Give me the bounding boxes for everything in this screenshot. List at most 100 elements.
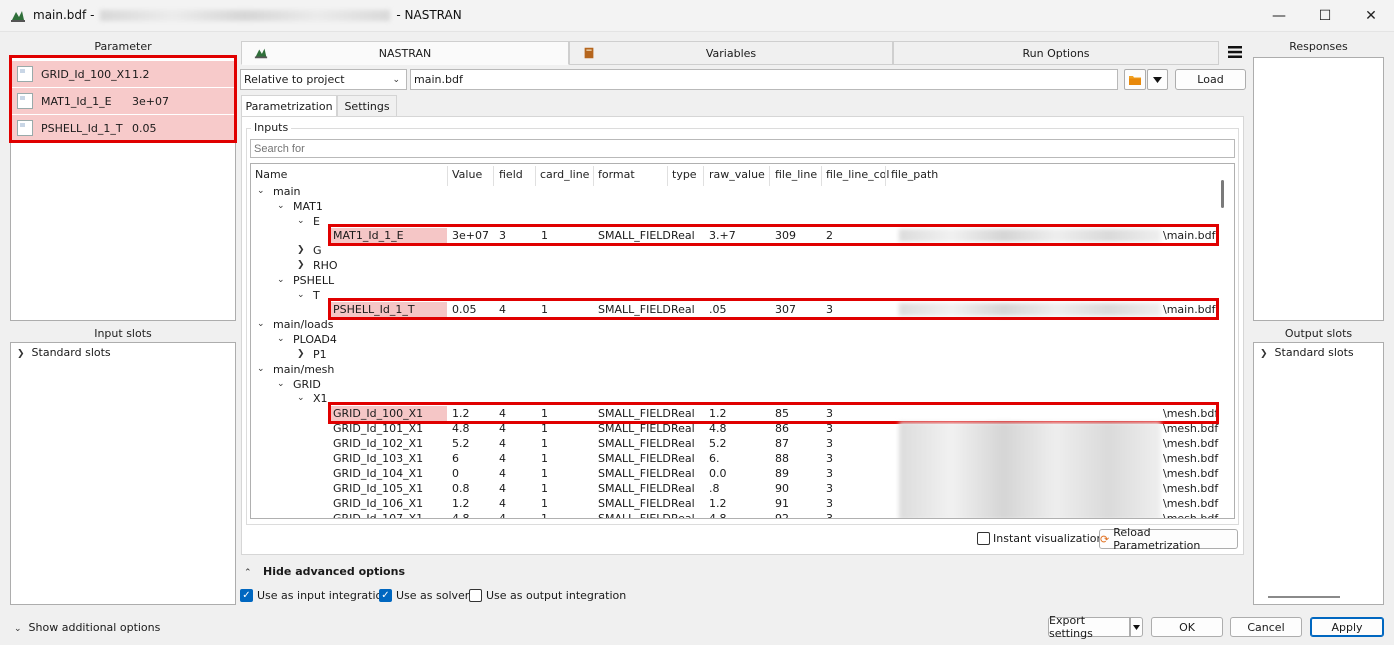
table-row[interactable]: GRID_Id_106_X1 1.2 4 1 SMALL_FIELD Real …	[251, 496, 1234, 511]
cell-format: SMALL_FIELD	[598, 467, 671, 480]
cell-value[interactable]: 4.8	[452, 511, 470, 518]
tree-item-standard-slots[interactable]: ❯ Standard slots	[1260, 346, 1354, 359]
chevron-down-icon: ⌄	[297, 290, 305, 300]
tree-node-main[interactable]: ⌄ main	[251, 184, 1234, 199]
tab-variables[interactable]: Variables	[569, 41, 893, 65]
tree-node-pshell[interactable]: ⌄ PSHELL	[251, 273, 1234, 288]
inputs-tree-table[interactable]: ⌃ Name Value field card_line format type…	[250, 163, 1235, 519]
tree-node-mat1[interactable]: ⌄ MAT1	[251, 199, 1234, 214]
tab-nastran[interactable]: NASTRAN	[241, 41, 569, 65]
column-header-card-line[interactable]: card_line	[540, 168, 589, 181]
column-header-field[interactable]: field	[499, 168, 523, 181]
cell-value[interactable]: 6	[452, 451, 459, 466]
cell-type: Real	[671, 482, 695, 495]
column-header-value[interactable]: Value	[452, 168, 482, 181]
column-separator	[493, 166, 494, 186]
cell-value[interactable]: 4.8	[452, 421, 470, 436]
output-slots-tree[interactable]: ❯ Standard slots	[1253, 342, 1384, 605]
tree-node-rho[interactable]: ❯ RHO	[251, 258, 1234, 273]
export-settings-button[interactable]: Export settings	[1048, 614, 1130, 640]
chevron-down-icon: ⌄	[257, 319, 265, 329]
maximize-button[interactable]: ☐	[1302, 0, 1348, 32]
use-solver-checkbox[interactable]: ✓	[379, 589, 392, 602]
column-header-file-path[interactable]: file_path	[891, 168, 938, 181]
show-additional-options[interactable]: ⌄ Show additional options	[14, 621, 160, 634]
column-separator	[821, 166, 822, 186]
cell-file-line-col: 3	[826, 467, 833, 480]
tab-parametrization[interactable]: Parametrization	[241, 95, 337, 117]
cell-field: 4	[499, 437, 506, 450]
table-row[interactable]: GRID_Id_105_X1 0.8 4 1 SMALL_FIELD Real …	[251, 481, 1234, 496]
ok-button[interactable]: OK	[1151, 617, 1223, 637]
responses-list[interactable]	[1253, 57, 1384, 321]
horizontal-scrollbar[interactable]	[1268, 596, 1340, 598]
cell-file-line-col: 3	[826, 482, 833, 495]
responses-label: Responses	[1289, 40, 1348, 53]
tree-node-grid[interactable]: ⌄ GRID	[251, 377, 1234, 392]
inputs-group-label: Inputs	[251, 121, 292, 134]
use-output-integration-checkbox[interactable]	[469, 589, 482, 602]
tab-settings[interactable]: Settings	[337, 95, 397, 117]
cancel-button[interactable]: Cancel	[1230, 617, 1302, 637]
cell-value[interactable]: 1.2	[452, 496, 470, 511]
cell-card-line: 1	[541, 467, 548, 480]
cell-card-line: 1	[541, 437, 548, 450]
cell-file-line-col: 3	[826, 452, 833, 465]
column-header-format[interactable]: format	[598, 168, 635, 181]
tree-item-standard-slots[interactable]: ❯ Standard slots	[17, 346, 111, 359]
tree-node-p1[interactable]: ❯ P1	[251, 347, 1234, 362]
hamburger-menu-button[interactable]	[1228, 45, 1242, 59]
tree-label: PSHELL	[293, 274, 335, 287]
tree-node-g[interactable]: ❯ G	[251, 243, 1234, 258]
close-button[interactable]: ✕	[1348, 0, 1394, 32]
hide-advanced-options[interactable]: ⌃ Hide advanced options	[244, 565, 405, 578]
browse-options-dropdown[interactable]	[1147, 69, 1168, 90]
column-separator	[667, 166, 668, 186]
cell-raw-value: 6.	[709, 452, 720, 465]
column-separator	[769, 166, 770, 186]
use-input-integration-checkbox[interactable]: ✓	[240, 589, 253, 602]
column-header-type[interactable]: type	[672, 168, 697, 181]
column-header-file-line-col[interactable]: file_line_col	[826, 168, 889, 181]
table-row[interactable]: GRID_Id_107_X1 4.8 4 1 SMALL_FIELD Real …	[251, 511, 1234, 518]
instant-visualization-checkbox[interactable]	[977, 532, 990, 545]
tree-node-main-loads[interactable]: ⌄ main/loads	[251, 317, 1234, 332]
input-slots-tree[interactable]: ❯ Standard slots	[10, 342, 236, 605]
cell-value[interactable]: 0.8	[452, 481, 470, 496]
table-row[interactable]: GRID_Id_103_X1 6 4 1 SMALL_FIELD Real 6.…	[251, 451, 1234, 466]
tree-node-main-mesh[interactable]: ⌄ main/mesh	[251, 362, 1234, 377]
load-button[interactable]: Load	[1175, 69, 1246, 90]
reload-parametrization-button[interactable]: ⟳ Reload Parametrization	[1099, 526, 1238, 552]
cell-file-line-col: 3	[826, 437, 833, 450]
tree-node-pload4[interactable]: ⌄ PLOAD4	[251, 332, 1234, 347]
apply-button[interactable]: Apply	[1310, 617, 1384, 637]
path-mode-dropdown[interactable]: Relative to project ⌄	[240, 69, 407, 90]
cell-raw-value: 0.0	[709, 467, 727, 480]
chevron-down-icon: ⌄	[257, 186, 265, 196]
table-row[interactable]: GRID_Id_104_X1 0 4 1 SMALL_FIELD Real 0.…	[251, 466, 1234, 481]
triangle-down-icon	[1133, 624, 1140, 630]
cell-value[interactable]: 0	[452, 466, 459, 481]
search-input[interactable]	[250, 139, 1235, 158]
file-path-input[interactable]: main.bdf	[410, 69, 1118, 90]
cell-format: SMALL_FIELD	[598, 452, 671, 465]
minimize-button[interactable]: —	[1256, 0, 1302, 32]
tab-run-options[interactable]: Run Options	[893, 41, 1219, 65]
cell-field: 4	[499, 497, 506, 510]
instant-visualization-label: Instant visualization	[993, 532, 1104, 545]
cell-file-path: \mesh.bdf	[1163, 422, 1219, 435]
browse-folder-button[interactable]	[1124, 69, 1146, 90]
tree-label: main	[273, 185, 301, 198]
table-row[interactable]: GRID_Id_102_X1 5.2 4 1 SMALL_FIELD Real …	[251, 436, 1234, 451]
table-row[interactable]: GRID_Id_101_X1 4.8 4 1 SMALL_FIELD Real …	[251, 421, 1234, 436]
sort-indicator-icon: ⌃	[345, 163, 353, 171]
cell-name: GRID_Id_102_X1	[333, 437, 424, 450]
column-header-file-line[interactable]: file_line	[775, 168, 817, 181]
cell-format: SMALL_FIELD	[598, 482, 671, 495]
column-header-raw-value[interactable]: raw_value	[709, 168, 765, 181]
column-separator	[703, 166, 704, 186]
cell-file-path: \mesh.bdf	[1163, 482, 1219, 495]
export-settings-dropdown[interactable]	[1130, 617, 1143, 637]
column-header-name[interactable]: Name	[255, 168, 287, 181]
cell-value[interactable]: 5.2	[452, 436, 470, 451]
